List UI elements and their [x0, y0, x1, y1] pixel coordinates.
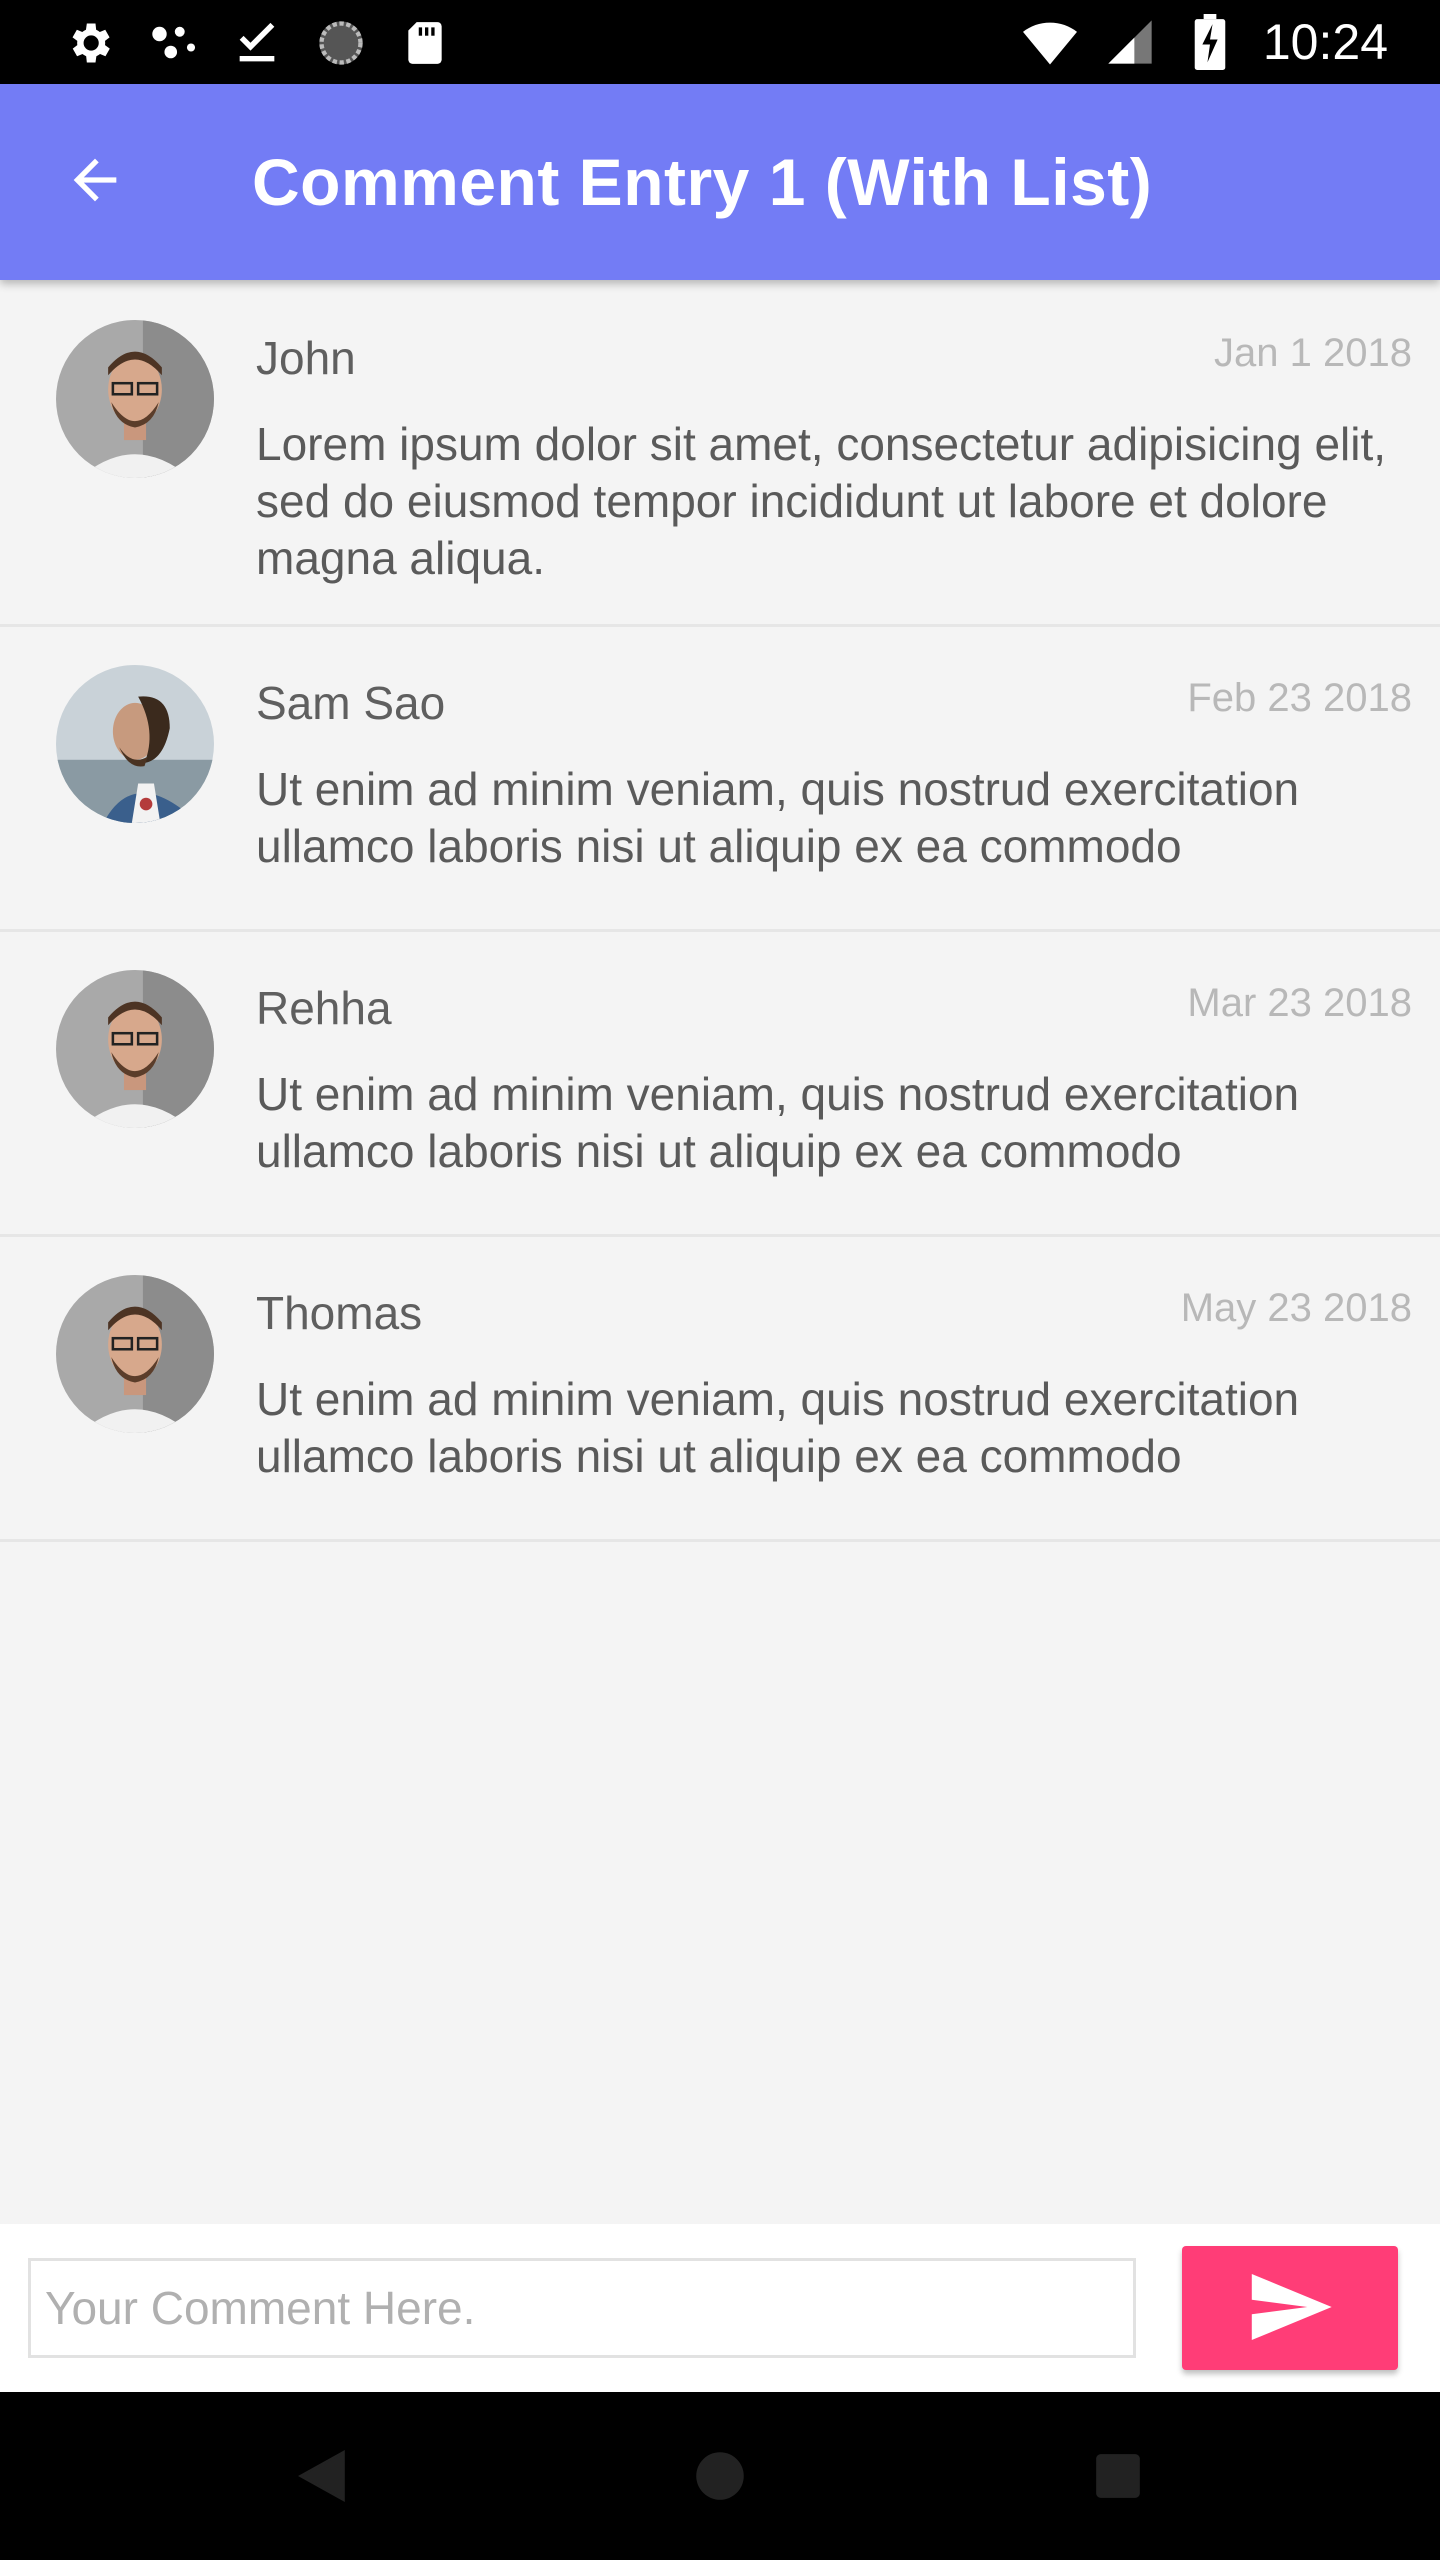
sd-card-icon: [398, 16, 452, 70]
comment-author: Thomas: [256, 1287, 423, 1339]
arrow-back-icon: [63, 148, 127, 217]
avatar: [56, 970, 214, 1128]
spinner-icon: [314, 16, 368, 70]
comment-text: Ut enim ad minim veniam, quis nostrud ex…: [256, 763, 1300, 872]
system-nav-bar: [0, 2392, 1440, 2560]
signal-icon: [1103, 15, 1157, 69]
avatar: [56, 320, 214, 478]
comment-list: John Jan 1 2018 Lorem ipsum dolor sit am…: [0, 282, 1440, 1542]
back-triangle-icon[interactable]: [290, 2444, 354, 2508]
comment-date: Mar 23 2018: [1187, 981, 1412, 1025]
wifi-icon: [1022, 15, 1077, 69]
download-done-icon: [230, 16, 284, 70]
avatar: [56, 665, 214, 823]
page-title: Comment Entry 1 (With List): [252, 145, 1153, 219]
list-item[interactable]: Sam Sao Feb 23 2018 Ut enim ad minim ven…: [0, 627, 1440, 932]
recents-square-icon[interactable]: [1086, 2444, 1150, 2508]
send-icon: [1248, 2273, 1332, 2343]
comment-author: Sam Sao: [256, 677, 446, 729]
comment-date: Jan 1 2018: [1214, 331, 1412, 375]
comment-date: Feb 23 2018: [1187, 676, 1412, 720]
comment-text: Ut enim ad minim veniam, quis nostrud ex…: [256, 1068, 1300, 1177]
comment-input[interactable]: [28, 2258, 1136, 2358]
comment-author: John: [256, 332, 356, 384]
comment-text: Ut enim ad minim veniam, quis nostrud ex…: [256, 1373, 1300, 1482]
battery-charging-icon: [1183, 14, 1237, 70]
list-item[interactable]: John Jan 1 2018 Lorem ipsum dolor sit am…: [0, 282, 1440, 627]
back-button[interactable]: [50, 142, 140, 222]
avatar: [56, 1275, 214, 1433]
list-item[interactable]: Rehha Mar 23 2018 Ut enim ad minim venia…: [0, 932, 1440, 1237]
comment-text: Lorem ipsum dolor sit amet, consectetur …: [256, 418, 1387, 584]
gear-icon: [62, 16, 116, 70]
send-button[interactable]: [1182, 2246, 1398, 2370]
comment-composer: [0, 2224, 1440, 2392]
app-bar: Comment Entry 1 (With List): [0, 84, 1440, 280]
list-item[interactable]: Thomas May 23 2018 Ut enim ad minim veni…: [0, 1237, 1440, 1542]
home-circle-icon[interactable]: [688, 2444, 752, 2508]
comment-author: Rehha: [256, 982, 392, 1034]
dots-icon: [146, 16, 200, 70]
status-bar: 10:24: [0, 0, 1440, 84]
clock: 10:24: [1262, 14, 1388, 70]
comment-date: May 23 2018: [1180, 1286, 1412, 1330]
